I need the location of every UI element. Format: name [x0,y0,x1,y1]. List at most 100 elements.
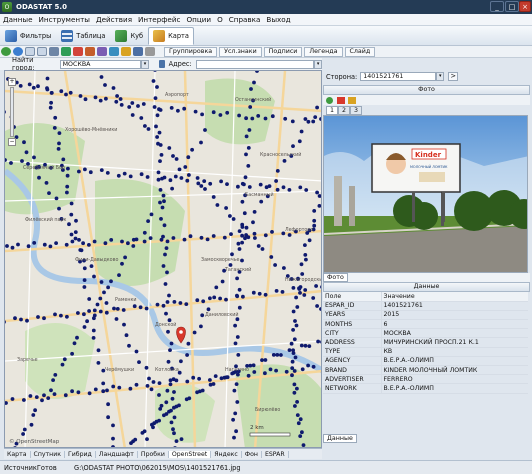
pan-icon[interactable] [49,47,59,56]
billboard-point[interactable] [165,239,170,244]
selected-marker[interactable] [176,326,186,344]
billboard-point[interactable] [274,289,279,293]
billboard-point[interactable] [252,80,256,85]
settings-icon[interactable] [145,47,155,56]
billboard-point[interactable] [218,113,223,117]
billboard-point[interactable] [228,214,232,218]
billboard-point[interactable] [300,430,304,435]
billboard-point[interactable] [291,309,296,314]
billboard-point[interactable] [174,157,179,161]
billboard-point[interactable] [211,195,216,199]
billboard-point[interactable] [157,107,161,112]
billboard-point[interactable] [236,184,240,189]
billboard-point[interactable] [134,349,139,354]
billboard-point[interactable] [53,312,57,317]
city-input[interactable]: МОСКВА [59,59,142,69]
billboard-point[interactable] [154,124,158,129]
billboard-point[interactable] [152,105,157,109]
billboard-point[interactable] [246,146,251,150]
billboard-point[interactable] [155,302,160,307]
billboard-point[interactable] [159,153,164,157]
billboard-point[interactable] [36,315,40,319]
billboard-point[interactable] [251,363,256,368]
select-icon[interactable] [85,47,95,56]
billboard-point[interactable] [115,94,119,98]
billboard-point[interactable] [240,181,245,186]
billboard-point[interactable] [42,316,46,321]
billboard-point[interactable] [165,388,170,393]
back-icon[interactable] [1,47,11,56]
billboard-point[interactable] [54,241,58,246]
billboard-point[interactable] [136,104,140,108]
billboard-point[interactable] [200,388,205,393]
symbols-button[interactable]: Усл.знаки [219,46,262,57]
billboard-point[interactable] [293,355,298,360]
billboard-point[interactable] [31,413,36,417]
billboard-point[interactable] [76,311,80,315]
tab-source-yandex[interactable]: Яндекс [211,450,242,458]
menu-interface[interactable]: Интерфейс [135,15,183,24]
billboard-point[interactable] [312,209,317,213]
billboard-point[interactable] [234,382,239,386]
prev-photo-icon[interactable] [326,96,333,104]
address-dropdown-icon[interactable]: ▾ [314,59,323,69]
billboard-point[interactable] [263,371,267,376]
billboard-point[interactable] [73,230,78,235]
billboard-point[interactable] [228,263,233,267]
billboard-point[interactable] [25,318,29,323]
billboard-point[interactable] [13,316,17,321]
menu-help[interactable]: Справка [226,15,264,24]
location-pin-icon[interactable] [176,326,186,344]
tab-source-landscape[interactable]: Ландшафт [96,450,138,458]
billboard-point[interactable] [92,308,97,313]
billboard-point[interactable] [128,174,133,179]
billboard-point[interactable] [240,233,245,238]
billboard-point[interactable] [60,362,65,367]
billboard-point[interactable] [237,247,242,251]
billboard-point[interactable] [96,348,101,353]
billboard-point[interactable] [164,311,168,316]
billboard-point[interactable] [31,85,36,90]
billboard-point[interactable] [116,173,121,178]
billboard-point[interactable] [144,365,149,370]
billboard-point[interactable] [225,375,230,380]
billboard-point[interactable] [291,348,295,353]
billboard-point[interactable] [280,290,285,294]
side-next-button[interactable]: > [448,72,459,81]
billboard-point[interactable] [303,288,308,292]
billboard-point[interactable] [255,71,259,73]
billboard-point[interactable] [187,396,192,401]
billboard-point[interactable] [49,388,53,393]
billboard-point[interactable] [282,266,286,270]
billboard-point[interactable] [69,201,74,206]
billboard-point[interactable] [70,239,75,244]
billboard-point[interactable] [169,106,174,110]
billboard-point[interactable] [82,266,87,271]
billboard-point[interactable] [201,299,206,304]
billboard-point[interactable] [298,185,303,190]
billboard-point[interactable] [169,341,174,346]
billboard-point[interactable] [9,161,13,165]
billboard-point[interactable] [28,394,33,398]
billboard-point[interactable] [69,232,74,237]
billboard-point[interactable] [22,398,26,402]
billboard-point[interactable] [18,84,23,88]
billboard-point[interactable] [27,82,32,87]
billboard-point[interactable] [316,339,320,344]
billboard-point[interactable] [256,114,261,118]
billboard-point[interactable] [123,255,127,260]
billboard-point[interactable] [294,323,299,328]
billboard-point[interactable] [93,95,98,100]
city-dropdown-icon[interactable]: ▾ [141,59,149,69]
billboard-point[interactable] [164,246,169,251]
billboard-point[interactable] [306,363,310,368]
billboard-point[interactable] [10,397,15,401]
billboard-point[interactable] [235,400,240,404]
billboard-point[interactable] [98,309,103,314]
billboard-point[interactable] [300,272,305,276]
export-icon[interactable] [121,47,131,56]
billboard-point[interactable] [42,393,46,398]
billboard-point[interactable] [315,304,319,308]
billboard-point[interactable] [54,196,59,201]
billboard-point[interactable] [65,184,70,189]
